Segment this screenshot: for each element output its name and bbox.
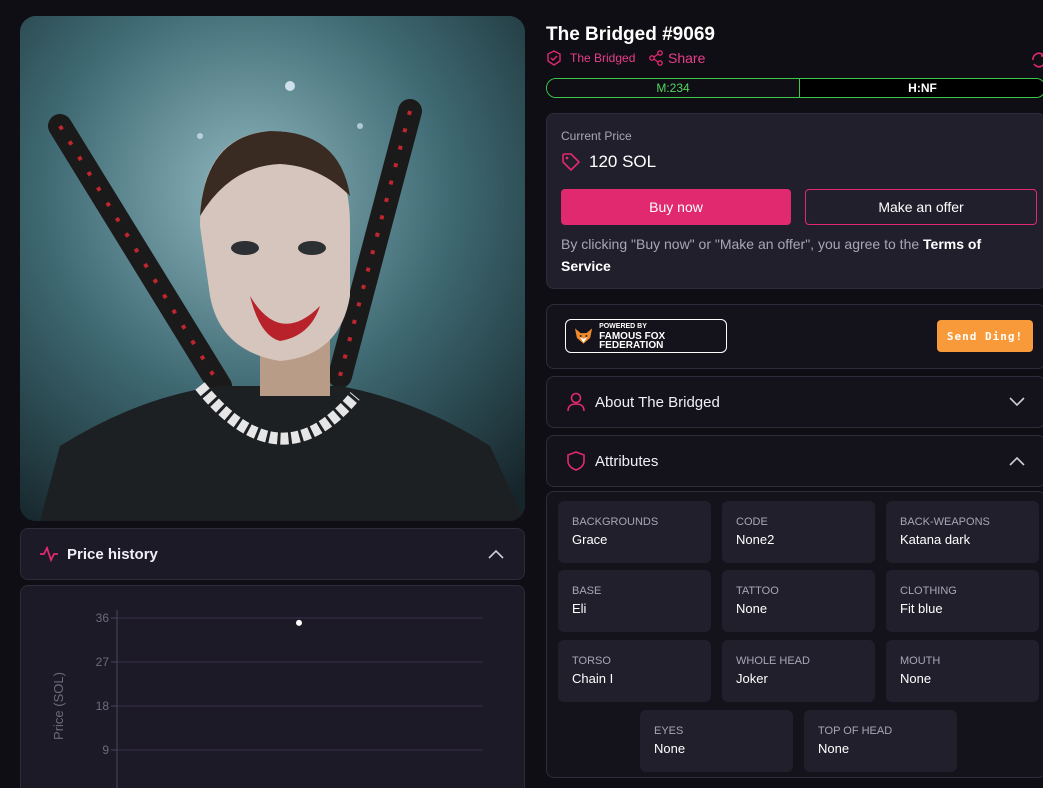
attribute-value: None [736, 601, 768, 616]
collection-name: The Bridged [570, 51, 636, 65]
verified-badge-icon [547, 50, 561, 66]
attribute-key: CLOTHING [900, 585, 957, 597]
chart-tick-label: 18 [96, 699, 110, 713]
activity-icon [40, 546, 58, 562]
attribute-card[interactable]: BACKGROUNDS Grace [558, 501, 711, 563]
attribute-value: Fit blue [900, 601, 943, 616]
share-label: Share [668, 50, 706, 66]
price-history-chart: Price (SOL) 36 27 18 9 [20, 585, 525, 788]
attribute-card[interactable]: TORSO Chain I [558, 640, 711, 702]
rank-howrare: H:NF [799, 79, 1043, 97]
attribute-value: Chain I [572, 671, 614, 686]
attribute-card[interactable]: BACK-WEAPONS Katana dark [886, 501, 1039, 563]
attribute-card[interactable]: MOUTH None [886, 640, 1039, 702]
share-icon [649, 50, 663, 66]
fox-brand-label: FAMOUS FOX FEDERATION [599, 331, 666, 351]
famous-fox-badge[interactable]: POWERED BY FAMOUS FOX FEDERATION [565, 319, 727, 353]
nft-image[interactable] [20, 16, 525, 521]
rank-moonrank: M:234 [547, 79, 799, 97]
chart-tick-label: 36 [96, 611, 110, 625]
fox-promo-card: POWERED BY FAMOUS FOX FEDERATION Send Di… [546, 304, 1043, 369]
make-offer-button[interactable]: Make an offer [805, 189, 1037, 225]
attribute-key: TOP OF HEAD [818, 725, 893, 737]
about-accordion[interactable]: About The Bridged [546, 376, 1043, 428]
attribute-value: None [818, 741, 850, 756]
attribute-card[interactable]: TATTOO None [722, 570, 875, 632]
shield-icon [567, 451, 585, 471]
chevron-up-icon [488, 549, 504, 559]
chart-y-axis-label: Price (SOL) [51, 672, 66, 740]
price-chart-svg: Price (SOL) 36 27 18 9 [51, 610, 483, 788]
attribute-value: Joker [736, 671, 768, 686]
price-history-toggle[interactable]: Price history [20, 528, 525, 580]
attribute-key: WHOLE HEAD [736, 655, 810, 667]
rarity-rank-bar: M:234 H:NF [546, 78, 1043, 98]
attribute-key: BACKGROUNDS [572, 516, 659, 528]
attributes-label: Attributes [595, 452, 659, 470]
attribute-card[interactable]: BASE Eli [558, 570, 711, 632]
attributes-accordion[interactable]: Attributes [546, 435, 1043, 487]
price-tag-icon [562, 153, 580, 171]
attributes-grid: BACKGROUNDS Grace CODE None2 BACK-WEAPON… [546, 491, 1043, 778]
attribute-card[interactable]: WHOLE HEAD Joker [722, 640, 875, 702]
attribute-value: Eli [572, 601, 587, 616]
price-history-title: Price history [67, 545, 158, 563]
attribute-value: Katana dark [900, 532, 971, 547]
current-price: 120 SOL [561, 152, 656, 172]
attribute-card[interactable]: CLOTHING Fit blue [886, 570, 1039, 632]
share-button[interactable]: Share [648, 50, 705, 66]
about-label: About The Bridged [595, 393, 720, 411]
send-ding-button[interactable]: Send Ding! [937, 320, 1033, 352]
price-card: Current Price 120 SOL Buy now Make an of… [546, 113, 1043, 289]
terms-notice-text: By clicking "Buy now" or "Make an offer"… [561, 236, 924, 252]
attribute-card[interactable]: CODE None2 [722, 501, 875, 563]
chart-data-point[interactable] [296, 619, 302, 626]
attribute-value: None [654, 741, 686, 756]
user-icon [567, 392, 585, 412]
powered-by-label: POWERED BY [599, 323, 647, 330]
attribute-value: None2 [736, 532, 775, 547]
attribute-key: TORSO [572, 655, 611, 667]
nft-title: The Bridged #9069 [546, 24, 715, 45]
current-price-label: Current Price [561, 129, 632, 143]
attribute-value: Grace [572, 532, 608, 547]
refresh-icon[interactable] [1030, 52, 1043, 68]
chevron-up-icon [1009, 456, 1025, 466]
attribute-value: None [900, 671, 932, 686]
terms-notice: By clicking "Buy now" or "Make an offer"… [561, 233, 1031, 277]
chart-tick-label: 9 [102, 743, 109, 757]
attribute-key: MOUTH [900, 655, 941, 667]
attribute-key: EYES [654, 725, 684, 737]
attribute-key: CODE [736, 516, 768, 528]
buy-now-button[interactable]: Buy now [561, 189, 791, 225]
price-value: 120 SOL [589, 152, 657, 171]
attribute-key: TATTOO [736, 585, 779, 597]
attribute-card[interactable]: TOP OF HEAD None [804, 710, 957, 772]
attribute-card[interactable]: EYES None [640, 710, 793, 772]
attribute-key: BASE [572, 585, 602, 597]
chart-tick-label: 27 [96, 655, 110, 669]
fox-logo-icon [574, 328, 593, 344]
collection-link[interactable]: The Bridged [546, 50, 635, 66]
chevron-down-icon [1009, 397, 1025, 407]
attribute-key: BACK-WEAPONS [900, 516, 990, 528]
